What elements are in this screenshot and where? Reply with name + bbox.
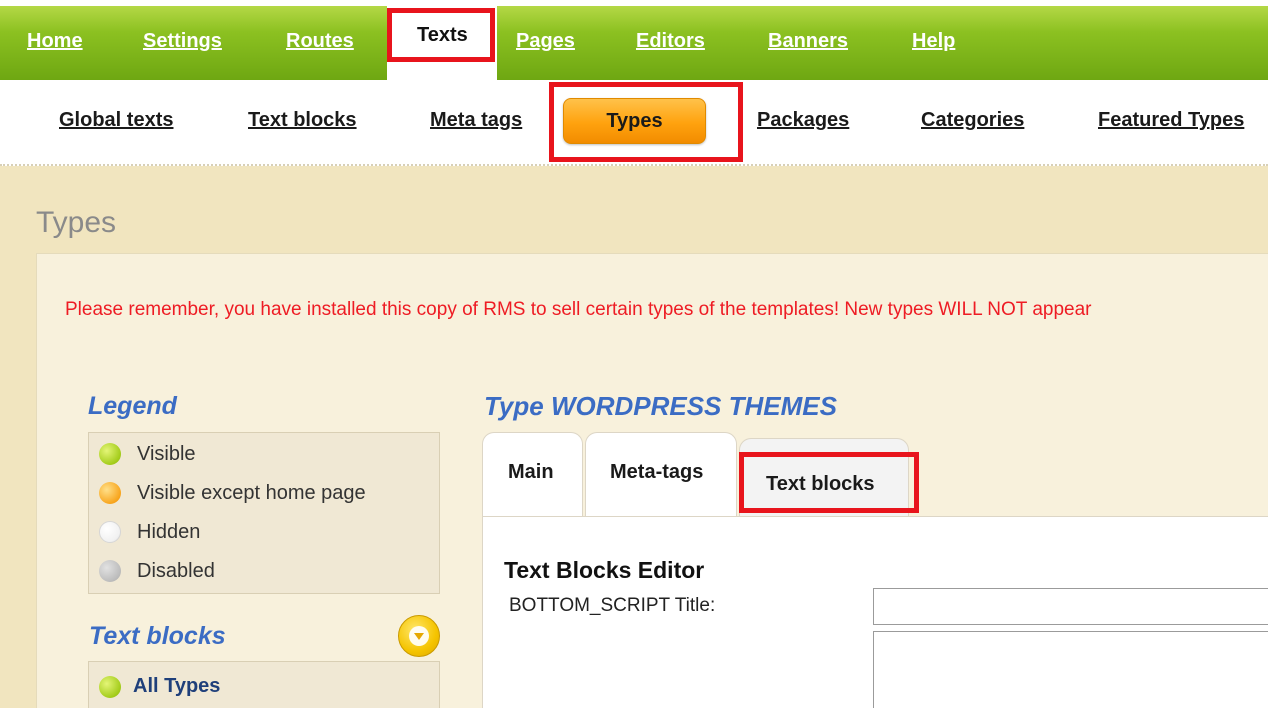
bottom-script-body-textarea[interactable] xyxy=(873,631,1268,708)
nav-settings[interactable]: Settings xyxy=(143,30,222,53)
subnav-text-blocks[interactable]: Text blocks xyxy=(248,109,357,132)
tab-main-label: Main xyxy=(508,461,554,483)
subnav-featured-types[interactable]: Featured Types xyxy=(1098,109,1244,132)
subnav-global-texts[interactable]: Global texts xyxy=(59,109,173,132)
subnav-types-button[interactable]: Types xyxy=(563,98,706,144)
legend-heading: Legend xyxy=(88,392,177,420)
subnav-meta-tags[interactable]: Meta tags xyxy=(430,109,522,132)
legend-label: Disabled xyxy=(137,559,215,582)
legend-label: Visible except home page xyxy=(137,481,366,504)
gray-dot-icon xyxy=(99,560,121,582)
page-title: Types xyxy=(36,206,117,239)
tab-text-blocks-label: Text blocks xyxy=(766,473,875,495)
sub-navigation: Global texts Text blocks Meta tags Types… xyxy=(0,80,1268,166)
list-item-label: All Types xyxy=(133,675,221,697)
chevron-down-icon xyxy=(409,626,429,646)
legend-box: Visible Visible except home page Hidden … xyxy=(88,432,440,594)
legend-label: Visible xyxy=(137,442,196,465)
tab-text-blocks[interactable]: Text blocks xyxy=(739,438,909,516)
legend-item-visible: Visible xyxy=(99,441,196,467)
list-item-all-types[interactable]: All Types xyxy=(99,675,220,698)
tab-main[interactable]: Main xyxy=(482,432,583,516)
nav-home[interactable]: Home xyxy=(27,30,83,53)
tab-meta-tags[interactable]: Meta-tags xyxy=(585,432,737,516)
green-dot-icon xyxy=(99,675,121,698)
nav-texts[interactable]: Texts xyxy=(387,0,497,86)
warning-notice: Please remember, you have installed this… xyxy=(65,299,1092,320)
nav-editors[interactable]: Editors xyxy=(636,30,705,53)
orange-dot-icon xyxy=(99,482,121,504)
text-blocks-heading: Text blocks xyxy=(89,622,226,650)
legend-item-visible-except-home: Visible except home page xyxy=(99,480,366,506)
tab-meta-tags-label: Meta-tags xyxy=(610,461,704,483)
legend-label: Hidden xyxy=(137,520,201,543)
subnav-packages[interactable]: Packages xyxy=(757,109,849,132)
nav-pages[interactable]: Pages xyxy=(516,30,575,53)
text-blocks-toggle-button[interactable] xyxy=(398,615,440,657)
subnav-categories[interactable]: Categories xyxy=(921,109,1024,132)
bottom-script-title-label: BOTTOM_SCRIPT Title: xyxy=(509,595,716,616)
main-navigation: Home Settings Routes Texts Pages Editors… xyxy=(0,0,1268,86)
editor-title: Text Blocks Editor xyxy=(504,557,705,583)
nav-help[interactable]: Help xyxy=(912,30,955,53)
legend-item-hidden: Hidden xyxy=(99,519,200,545)
bottom-script-title-input[interactable] xyxy=(873,588,1268,625)
legend-item-disabled: Disabled xyxy=(99,558,215,584)
nav-banners[interactable]: Banners xyxy=(768,30,848,53)
type-heading: Type WORDPRESS THEMES xyxy=(484,391,837,421)
green-dot-icon xyxy=(99,443,121,465)
white-dot-icon xyxy=(99,521,121,543)
nav-routes[interactable]: Routes xyxy=(286,30,354,53)
nav-texts-label: Texts xyxy=(417,24,468,46)
text-blocks-list: All Types xyxy=(88,661,440,708)
